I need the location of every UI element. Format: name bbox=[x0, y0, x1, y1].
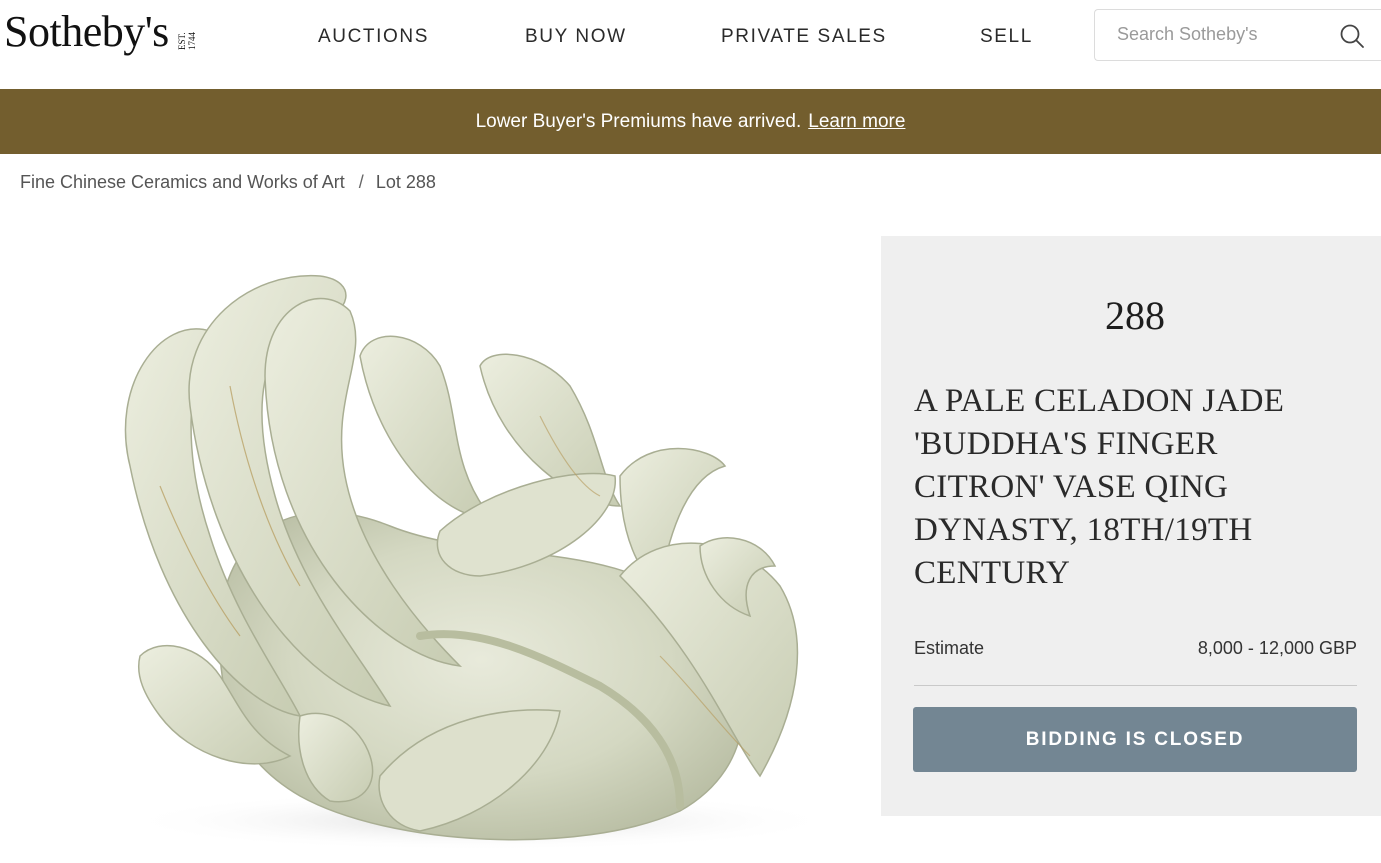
breadcrumb-sale-link[interactable]: Fine Chinese Ceramics and Works of Art bbox=[20, 172, 345, 192]
breadcrumb-separator: / bbox=[358, 172, 364, 192]
estimate-value: 8,000 - 12,000 GBP bbox=[1197, 638, 1357, 658]
lot-number: 288 bbox=[1105, 293, 1165, 338]
estimate-row: Estimate 8,000 - 12,000 GBP bbox=[914, 638, 1357, 659]
sothebys-logo[interactable]: Sotheby's EST. 1744 bbox=[4, 6, 197, 58]
learn-more-link[interactable]: Learn more bbox=[808, 111, 905, 133]
jade-citron-vase-image bbox=[120, 275, 840, 851]
breadcrumb: Fine Chinese Ceramics and Works of Art / L… bbox=[20, 172, 436, 193]
promo-banner: Lower Buyer's Premiums have arrived. Lea… bbox=[0, 89, 1381, 154]
nav-sell[interactable]: SELL bbox=[980, 26, 1033, 48]
nav-private-sales[interactable]: PRIVATE SALES bbox=[721, 26, 887, 48]
nav-buy-now[interactable]: BUY NOW bbox=[525, 26, 627, 48]
banner-text: Lower Buyer's Premiums have arrived. bbox=[475, 110, 802, 132]
logo-wordmark: Sotheby's bbox=[4, 7, 169, 56]
search-input[interactable] bbox=[1117, 24, 1337, 45]
logo-established: EST. 1744 bbox=[176, 32, 197, 50]
lot-title: A Pale Celadon Jade 'Buddha's Finger Cit… bbox=[914, 383, 1285, 591]
site-header: Sotheby's EST. 1744 AUCTIONS BUY NOW PRI… bbox=[0, 0, 1381, 89]
bidding-closed-button[interactable]: BIDDING IS CLOSED bbox=[913, 707, 1357, 772]
breadcrumb-current: Lot 288 bbox=[375, 172, 436, 192]
estimate-label: Estimate bbox=[914, 638, 985, 658]
search-box bbox=[1094, 9, 1381, 61]
divider bbox=[914, 685, 1357, 686]
lot-details-panel: 288 A Pale Celadon Jade 'Buddha's Finger… bbox=[881, 236, 1381, 816]
lot-image[interactable] bbox=[60, 236, 850, 863]
search-icon[interactable] bbox=[1339, 23, 1365, 49]
nav-auctions[interactable]: AUCTIONS bbox=[318, 26, 429, 48]
